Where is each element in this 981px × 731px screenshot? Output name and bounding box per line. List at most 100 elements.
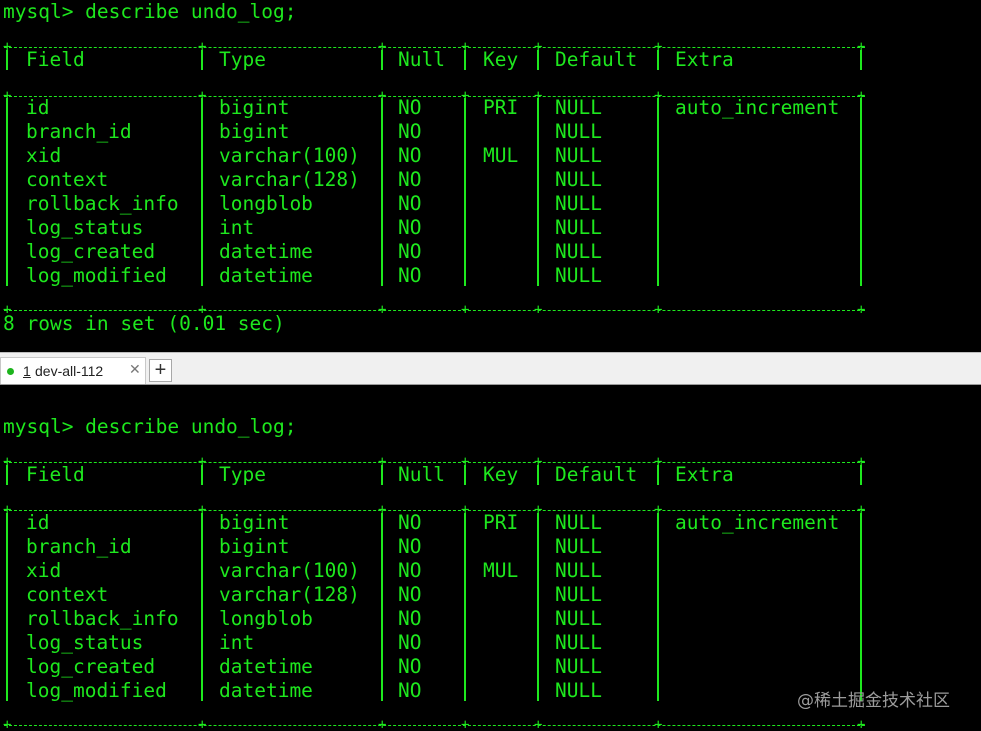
column-header: Default [555,48,638,71]
border-bar [6,50,8,70]
table-cell: NO [398,631,422,654]
border-bar [537,98,539,286]
border-corner: + [534,302,543,318]
table-cell: NO [398,96,422,119]
table-cell: MUL [483,144,519,167]
command-prompt: mysql> describe undo_log; [3,415,297,438]
table-cell: datetime [219,679,313,702]
border-bar [381,465,383,485]
column-header: Type [219,463,266,486]
border-bar [201,50,203,70]
border-corner: + [857,717,866,731]
border-bar [201,465,203,485]
close-tab-icon[interactable]: ✕ [129,361,141,378]
table-cell: NO [398,120,422,143]
table-cell: NULL [555,120,602,143]
table-cell: int [219,216,255,239]
table-cell: datetime [219,655,313,678]
border-bar [201,513,203,701]
table-cell: branch_id [26,535,132,558]
table-cell: longblob [219,607,313,630]
border-corner: + [654,717,663,731]
border-bar [464,465,466,485]
table-cell: NO [398,168,422,191]
table-cell: context [26,583,109,606]
table-border-bottom [4,310,865,311]
table-cell: NO [398,607,422,630]
table-cell: log_modified [26,679,167,702]
table-cell: NO [398,192,422,215]
border-bar [464,513,466,701]
border-bar [657,98,659,286]
border-corner: + [378,717,387,731]
table-cell: NULL [555,96,602,119]
table-cell: log_modified [26,264,167,287]
terminal-pane-top[interactable]: mysql> describe undo_log; + + + + + + + Field Typ… [0,0,981,352]
border-bar [860,513,862,701]
table-cell: log_created [26,240,156,263]
border-bar [860,98,862,286]
table-cell: NULL [555,240,602,263]
table-cell: id [26,96,50,119]
table-cell: varchar(100) [219,559,360,582]
table-cell: bigint [219,96,290,119]
border-bar [464,50,466,70]
table-cell: NULL [555,216,602,239]
table-cell: MUL [483,559,519,582]
table-cell: NO [398,655,422,678]
table-cell: rollback_info [26,607,179,630]
table-cell: bigint [219,511,290,534]
column-header: Extra [675,48,734,71]
table-cell: NO [398,583,422,606]
border-corner: + [857,302,866,318]
table-cell: varchar(128) [219,168,360,191]
table-cell: varchar(100) [219,144,360,167]
table-cell: varchar(128) [219,583,360,606]
table-cell: log_status [26,631,144,654]
table-cell: NULL [555,655,602,678]
new-tab-button[interactable]: + [149,359,172,382]
table-cell: xid [26,144,62,167]
table-cell: NO [398,535,422,558]
result-status: 8 rows in set (0.01 sec) [3,312,285,335]
border-bar [657,465,659,485]
border-bar [860,465,862,485]
table-cell: datetime [219,264,313,287]
table-cell: NULL [555,168,602,191]
table-cell: rollback_info [26,192,179,215]
border-corner: + [378,302,387,318]
session-tab[interactable]: 1 dev-all-112 ✕ [0,357,146,384]
table-cell: NULL [555,535,602,558]
table-cell: NO [398,559,422,582]
table-cell: NULL [555,144,602,167]
table-cell: context [26,168,109,191]
table-cell: NO [398,264,422,287]
tab-label: dev-all-112 [35,363,104,379]
border-corner: + [534,717,543,731]
border-bar [657,513,659,701]
border-bar [381,50,383,70]
table-cell: NULL [555,607,602,630]
table-cell: NULL [555,559,602,582]
border-bar [6,98,8,286]
table-cell: datetime [219,240,313,263]
column-header: Null [398,463,445,486]
border-corner: + [3,717,12,731]
table-cell: auto_increment [675,511,840,534]
table-cell: bigint [219,535,290,558]
table-cell: log_status [26,216,144,239]
table-cell: NULL [555,583,602,606]
terminal-pane-bottom[interactable]: mysql> describe undo_log; + + + + + + + Field Typ… [0,385,981,731]
border-bar [201,98,203,286]
table-cell: auto_increment [675,96,840,119]
border-bar [860,50,862,70]
table-cell: NULL [555,511,602,534]
border-bar [537,465,539,485]
connection-status-icon [7,368,14,375]
border-bar [381,513,383,701]
border-bar [381,98,383,286]
column-header: Field [26,48,85,71]
border-bar [6,513,8,701]
table-cell: NULL [555,192,602,215]
column-header: Key [483,48,519,71]
